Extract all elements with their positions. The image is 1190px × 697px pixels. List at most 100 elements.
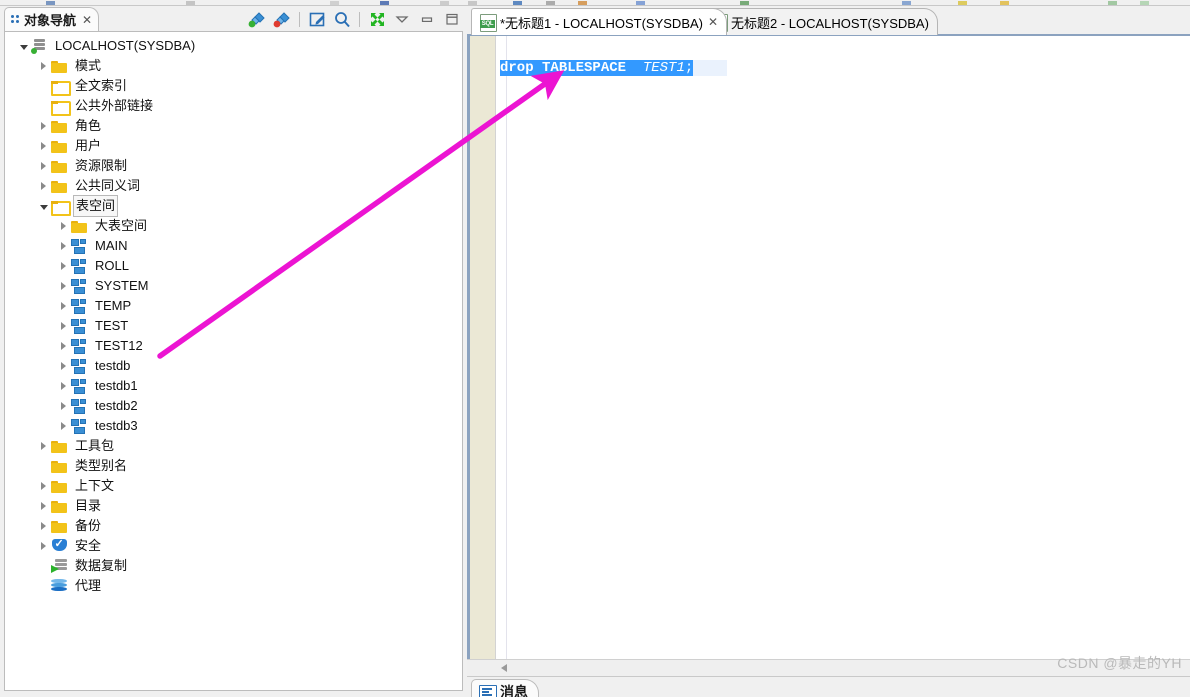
tree-item-角色[interactable]: 角色 — [5, 116, 462, 136]
tree-item-LOCALHOST(SYSDBA)[interactable]: LOCALHOST(SYSDBA) — [5, 36, 462, 56]
tree-expander[interactable] — [57, 216, 70, 236]
tree-item-资源限制[interactable]: 资源限制 — [5, 156, 462, 176]
expander-closed-icon[interactable] — [61, 222, 66, 230]
editor-gutter[interactable] — [470, 36, 496, 659]
tree-item-安全[interactable]: 安全 — [5, 536, 462, 556]
tree-item-目录[interactable]: 目录 — [5, 496, 462, 516]
expander-closed-icon[interactable] — [61, 322, 66, 330]
tree-expander[interactable] — [57, 356, 70, 376]
tree-item-模式[interactable]: 模式 — [5, 56, 462, 76]
tree-expander[interactable] — [57, 276, 70, 296]
tree-item-label: 安全 — [75, 538, 102, 553]
tree-item-用户[interactable]: 用户 — [5, 136, 462, 156]
expander-closed-icon[interactable] — [41, 182, 46, 190]
expander-closed-icon[interactable] — [41, 542, 46, 550]
tree-item-表空间[interactable]: 表空间 — [5, 195, 462, 217]
tree-expander[interactable] — [57, 256, 70, 276]
tree-item-TEST12[interactable]: TEST12 — [5, 336, 462, 356]
tree-item-MAIN[interactable]: MAIN — [5, 236, 462, 256]
tree-expander[interactable] — [57, 316, 70, 336]
tree-item-代理[interactable]: 代理 — [5, 576, 462, 596]
expander-closed-icon[interactable] — [61, 342, 66, 350]
expander-closed-icon[interactable] — [61, 362, 66, 370]
tree-expander[interactable] — [37, 96, 50, 116]
expander-closed-icon[interactable] — [61, 422, 66, 430]
view-menu-icon[interactable] — [391, 9, 413, 29]
tree-expander[interactable] — [37, 496, 50, 516]
tree-expander[interactable] — [37, 556, 50, 576]
tree-expander[interactable] — [57, 396, 70, 416]
tree-expander[interactable] — [37, 516, 50, 536]
tree-item-上下文[interactable]: 上下文 — [5, 476, 462, 496]
tab-untitled-1[interactable]: *无标题1 - LOCALHOST(SYSDBA) ✕ — [471, 8, 728, 35]
close-icon[interactable]: ✕ — [82, 14, 92, 26]
tree-item-公共同义词[interactable]: 公共同义词 — [5, 176, 462, 196]
tree-expander[interactable] — [57, 236, 70, 256]
expander-closed-icon[interactable] — [41, 502, 46, 510]
expander-closed-icon[interactable] — [61, 262, 66, 270]
tree-item-备份[interactable]: 备份 — [5, 516, 462, 536]
tree-item-SYSTEM[interactable]: SYSTEM — [5, 276, 462, 296]
tree-expander[interactable] — [37, 156, 50, 176]
tree-item-testdb[interactable]: testdb — [5, 356, 462, 376]
expander-closed-icon[interactable] — [41, 162, 46, 170]
tree-item-类型别名[interactable]: 类型别名 — [5, 456, 462, 476]
expander-closed-icon[interactable] — [61, 302, 66, 310]
tab-untitled-2[interactable]: 无标题2 - LOCALHOST(SYSDBA) — [702, 8, 938, 35]
tree-expander[interactable] — [37, 436, 50, 456]
scroll-left-arrow-icon[interactable] — [501, 664, 507, 672]
tree-expander[interactable] — [57, 416, 70, 436]
tree-item-公共外部链接[interactable]: 公共外部链接 — [5, 96, 462, 116]
tree-item-全文索引[interactable]: 全文索引 — [5, 76, 462, 96]
tree-item-testdb1[interactable]: testdb1 — [5, 376, 462, 396]
minimize-icon[interactable] — [416, 9, 438, 29]
tree-expander[interactable] — [37, 476, 50, 496]
expander-closed-icon[interactable] — [41, 482, 46, 490]
editor-text-area[interactable]: drop TABLESPACE TEST1; — [500, 36, 1190, 659]
expander-closed-icon[interactable] — [61, 282, 66, 290]
expander-closed-icon[interactable] — [41, 142, 46, 150]
expander-closed-icon[interactable] — [41, 442, 46, 450]
tree-expander[interactable] — [37, 76, 50, 96]
tree-item-TEST[interactable]: TEST — [5, 316, 462, 336]
expander-closed-icon[interactable] — [61, 242, 66, 250]
code-line-1[interactable]: drop TABLESPACE TEST1; — [500, 58, 1190, 78]
connect-icon[interactable] — [246, 9, 268, 29]
search-icon[interactable] — [331, 9, 353, 29]
tree-item-testdb3[interactable]: testdb3 — [5, 416, 462, 436]
tree-expander[interactable] — [57, 296, 70, 316]
tree-item-工具包[interactable]: 工具包 — [5, 436, 462, 456]
edit-icon[interactable] — [306, 9, 328, 29]
expander-closed-icon[interactable] — [61, 382, 66, 390]
sql-editor-surface[interactable]: drop TABLESPACE TEST1; — [467, 36, 1190, 659]
expander-open-icon[interactable] — [39, 205, 48, 210]
expander-closed-icon[interactable] — [41, 522, 46, 530]
tree-expander[interactable] — [37, 136, 50, 156]
tree-expander[interactable] — [37, 116, 50, 136]
collapse-all-icon[interactable] — [366, 9, 388, 29]
expander-open-icon[interactable] — [19, 45, 28, 50]
disconnect-icon[interactable] — [271, 9, 293, 29]
tree-expander[interactable] — [17, 36, 30, 56]
expander-closed-icon[interactable] — [41, 122, 46, 130]
tree-expander[interactable] — [37, 56, 50, 76]
expander-closed-icon[interactable] — [61, 402, 66, 410]
tree-item-testdb2[interactable]: testdb2 — [5, 396, 462, 416]
tree-expander[interactable] — [37, 576, 50, 596]
tree-expander[interactable] — [37, 456, 50, 476]
close-icon[interactable]: ✕ — [708, 16, 718, 28]
tree-item-ROLL[interactable]: ROLL — [5, 256, 462, 276]
tree-item-TEMP[interactable]: TEMP — [5, 296, 462, 316]
tab-object-navigator[interactable]: 对象导航 ✕ — [4, 7, 100, 31]
tree-item-大表空间[interactable]: 大表空间 — [5, 216, 462, 236]
maximize-icon[interactable] — [441, 9, 463, 29]
expander-closed-icon[interactable] — [41, 62, 46, 70]
tree-item-数据复制[interactable]: 数据复制 — [5, 556, 462, 576]
tree-expander[interactable] — [37, 196, 50, 216]
tab-messages[interactable]: 消息 — [471, 679, 539, 697]
tree-expander[interactable] — [37, 176, 50, 196]
tree-expander[interactable] — [37, 536, 50, 556]
tree-expander[interactable] — [57, 336, 70, 356]
tree-expander[interactable] — [57, 376, 70, 396]
object-navigator-tree-container[interactable]: LOCALHOST(SYSDBA) 模式 全文索引 公共外部链接 角色 用户 资源限制 公共同… — [4, 31, 463, 691]
